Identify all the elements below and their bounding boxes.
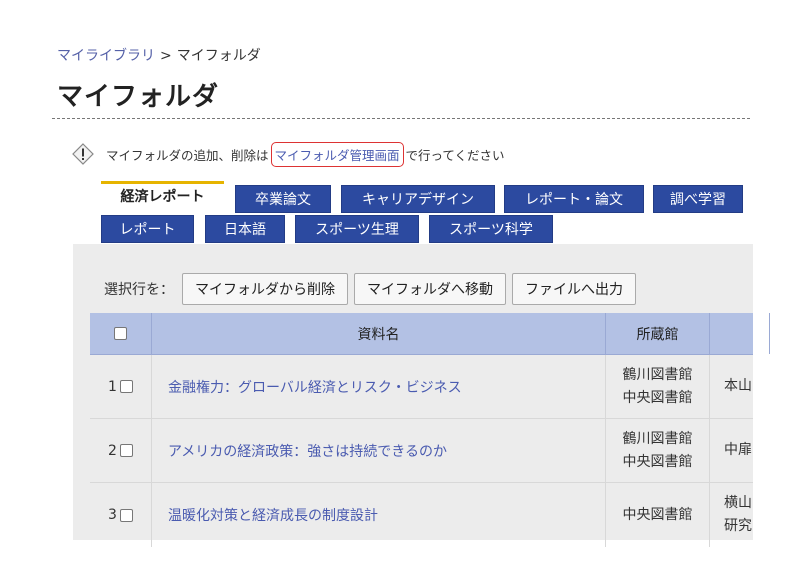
folder-management-link[interactable]: マイフォルダ管理画面 xyxy=(270,141,404,167)
tab-report-paper[interactable]: レポート・論文 xyxy=(504,185,644,213)
row-extra-cell: 横山 研究 xyxy=(710,483,770,547)
tab-research-study[interactable]: 調べ学習 xyxy=(653,185,743,213)
tab-graduation-thesis[interactable]: 卒業論文 xyxy=(235,185,331,213)
tab-economic-report[interactable]: 経済レポート xyxy=(101,181,224,212)
breadcrumb: マイライブラリ > マイフォルダ xyxy=(57,45,261,65)
extra-text: 本山 xyxy=(724,378,752,394)
row-library-cell: 中央図書館 xyxy=(606,483,710,547)
material-title-link[interactable]: 温暖化対策と経済成長の制度設計 xyxy=(168,505,378,525)
tab-japanese[interactable]: 日本語 xyxy=(205,215,285,243)
tab-sports-science[interactable]: スポーツ科学 xyxy=(429,215,553,243)
row-library-cell: 鶴川図書館 中央図書館 xyxy=(606,419,710,482)
move-to-folder-button[interactable]: マイフォルダへ移動 xyxy=(354,273,506,305)
row-number: 1 xyxy=(108,378,117,395)
extra-text: 中扉 xyxy=(724,442,752,458)
library-name: 鶴川図書館 xyxy=(622,430,693,447)
row-extra-cell: 本山 xyxy=(710,355,770,418)
column-header-extra xyxy=(710,313,770,354)
library-name: 鶴川図書館 xyxy=(622,366,693,383)
table-row: 3 温暖化対策と経済成長の制度設計 中央図書館 横山 研究 xyxy=(90,483,753,547)
row-extra-cell: 中扉 xyxy=(710,419,770,482)
extra-text: 横山 xyxy=(724,495,752,511)
notice-message: マイフォルダの追加、削除は マイフォルダ管理画面 で行ってください xyxy=(72,141,505,167)
breadcrumb-separator: > xyxy=(160,48,172,64)
tab-report[interactable]: レポート xyxy=(101,215,194,243)
library-name: 中央図書館 xyxy=(622,389,693,406)
page-title: マイフォルダ xyxy=(57,82,220,112)
notice-prefix: マイフォルダの追加、削除は xyxy=(106,147,269,163)
table-row: 1 金融権力：グローバル経済とリスク・ビジネス 鶴川図書館 中央図書館 本山 xyxy=(90,355,753,419)
library-name: 中央図書館 xyxy=(622,453,693,470)
notice-suffix: で行ってください xyxy=(405,147,505,163)
select-all-checkbox[interactable] xyxy=(114,327,127,340)
table-header-row: 資料名 所蔵館 xyxy=(90,313,770,355)
row-checkbox[interactable] xyxy=(119,380,133,393)
row-title-cell: 温暖化対策と経済成長の制度設計 xyxy=(152,483,606,547)
library-name: 中央図書館 xyxy=(622,506,693,523)
export-to-file-button[interactable]: ファイルへ出力 xyxy=(512,273,636,305)
row-check-cell: 2 xyxy=(90,419,152,482)
tab-sports-physiology[interactable]: スポーツ生理 xyxy=(295,215,419,243)
row-check-cell: 3 xyxy=(90,483,152,547)
row-library-cell: 鶴川図書館 中央図書館 xyxy=(606,355,710,418)
header-checkbox-cell xyxy=(90,313,152,354)
row-checkbox[interactable] xyxy=(119,508,133,522)
row-checkbox[interactable] xyxy=(119,444,133,457)
breadcrumb-link-my-library[interactable]: マイライブラリ xyxy=(57,48,155,64)
row-title-cell: 金融権力：グローバル経済とリスク・ビジネス xyxy=(152,355,606,418)
table-row: 2 アメリカの経済政策：強さは持続できるのか 鶴川図書館 中央図書館 中扉 xyxy=(90,419,753,483)
tab-career-design[interactable]: キャリアデザイン xyxy=(341,185,495,213)
column-header-library[interactable]: 所蔵館 xyxy=(606,313,710,354)
material-title-link[interactable]: 金融権力：グローバル経済とリスク・ビジネス xyxy=(168,377,462,397)
row-title-cell: アメリカの経済政策：強さは持続できるのか xyxy=(152,419,606,482)
extra-text: 研究 xyxy=(724,518,752,534)
breadcrumb-current: マイフォルダ xyxy=(176,48,261,64)
title-divider xyxy=(52,118,750,119)
row-check-cell: 1 xyxy=(90,355,152,418)
remove-from-folder-button[interactable]: マイフォルダから削除 xyxy=(182,273,348,305)
warning-icon xyxy=(72,143,94,165)
row-number: 2 xyxy=(108,442,117,459)
selection-label: 選択行を： xyxy=(104,282,174,298)
row-number: 3 xyxy=(108,507,117,523)
column-header-title[interactable]: 資料名 xyxy=(152,313,606,354)
material-title-link[interactable]: アメリカの経済政策：強さは持続できるのか xyxy=(168,441,447,461)
selection-toolbar: 選択行を： マイフォルダから削除 マイフォルダへ移動 ファイルへ出力 xyxy=(104,272,642,306)
